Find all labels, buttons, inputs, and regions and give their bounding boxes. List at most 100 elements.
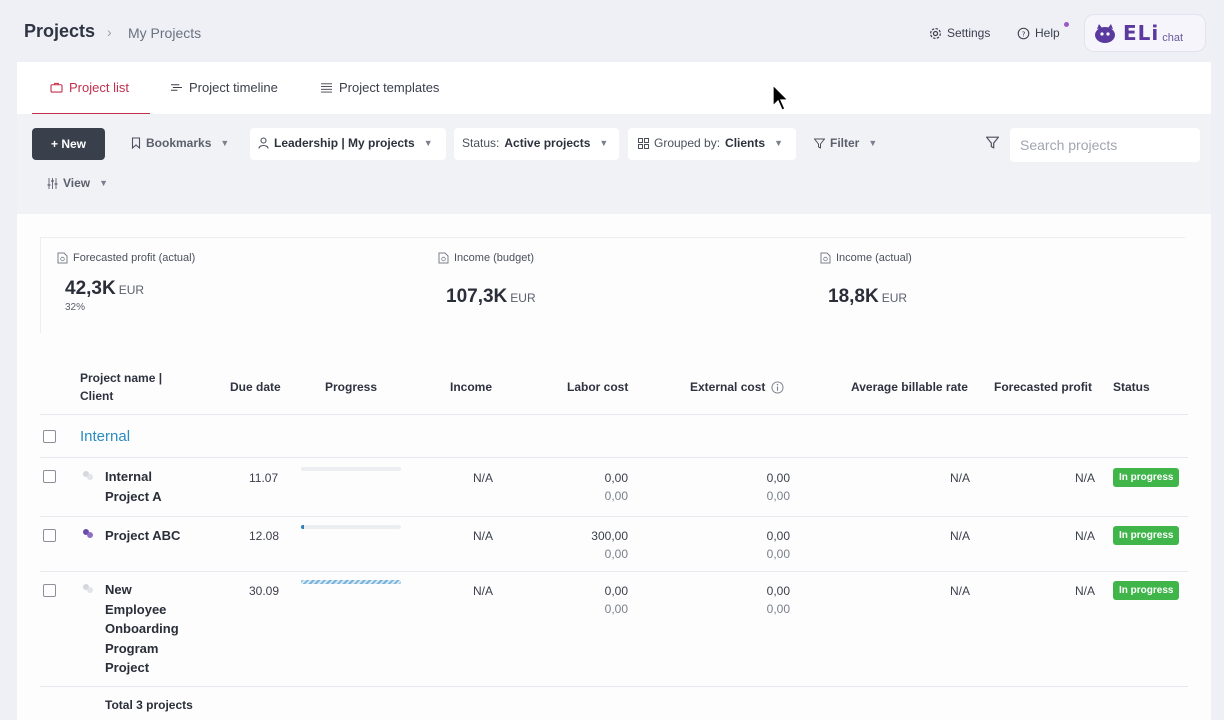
forecasted-profit-value: N/A: [1074, 529, 1095, 543]
column-header-name[interactable]: Project name | Client: [80, 369, 162, 405]
svg-text:?: ?: [1022, 29, 1026, 38]
view-label: View: [63, 176, 91, 190]
income-value: N/A: [472, 584, 493, 598]
billable-rate-value: N/A: [949, 471, 970, 485]
kpi-summary: Forecasted profit (actual) 42,3K EUR 32% …: [40, 237, 1185, 333]
project-name-line: New: [105, 582, 132, 597]
due-date: 30.09: [249, 584, 280, 598]
column-header-due-date[interactable]: Due date: [230, 378, 281, 396]
project-name-line: Internal: [105, 469, 152, 484]
kpi-label: Income (budget): [454, 252, 535, 264]
row-checkbox[interactable]: [43, 584, 56, 597]
divider: [40, 414, 1188, 415]
status-badge[interactable]: In progress: [1113, 581, 1180, 600]
user-icon: [258, 137, 269, 149]
income-value: N/A: [472, 529, 493, 543]
billable-rate-value: N/A: [949, 584, 970, 598]
list-icon: [321, 83, 332, 93]
column-header-income[interactable]: Income: [450, 378, 492, 396]
external-cost-value: 0,00: [766, 584, 790, 598]
gear-icon: [930, 27, 941, 39]
search-input[interactable]: Search projects: [1010, 128, 1200, 162]
divider: [40, 686, 1188, 687]
due-date: 11.07: [249, 471, 279, 485]
tab-project-list[interactable]: Project list: [50, 80, 129, 95]
kpi-forecasted-profit: Forecasted profit (actual) 42,3K EUR 32%: [57, 252, 195, 313]
tab-bar: Project list Project timeline Project te…: [17, 62, 1211, 115]
settings-link[interactable]: Settings: [929, 26, 990, 40]
divider: [40, 516, 1188, 517]
grid-icon: [638, 137, 649, 149]
row-checkbox[interactable]: [43, 529, 56, 542]
chevron-down-icon: ▼: [599, 138, 609, 148]
project-icon: [83, 529, 93, 538]
chevron-down-icon: ▼: [868, 138, 878, 148]
page-title[interactable]: Projects: [24, 21, 95, 42]
briefcase-icon: [50, 82, 63, 93]
top-bar: Projects › My Projects Settings ? Help E…: [0, 0, 1224, 62]
row-checkbox[interactable]: [43, 470, 56, 483]
status-badge[interactable]: In progress: [1113, 468, 1180, 487]
due-date: 12.08: [249, 529, 280, 543]
grouped-by-dropdown[interactable]: Grouped by: Clients ▼: [638, 136, 783, 150]
toolbar: + New Bookmarks ▼ Leadership | My projec…: [17, 114, 1211, 214]
kpi-unit: EUR: [510, 291, 536, 305]
info-icon[interactable]: [771, 380, 784, 394]
table-total: Total 3 projects: [105, 698, 193, 712]
chevron-down-icon: ▼: [220, 138, 230, 148]
forecasted-profit-value: N/A: [1074, 471, 1095, 485]
forecasted-profit-value: N/A: [1074, 584, 1095, 598]
project-name-line: Project ABC: [105, 528, 181, 543]
main-panel: Project list Project timeline Project te…: [17, 62, 1211, 720]
group-checkbox[interactable]: [43, 430, 56, 443]
help-icon: ?: [1017, 27, 1030, 39]
project-name[interactable]: Project ABC: [105, 526, 180, 546]
assistant-chat-button[interactable]: ELi chat: [1084, 14, 1206, 52]
project-name[interactable]: Internal Project A: [105, 467, 162, 506]
bookmarks-dropdown[interactable]: Bookmarks ▼: [131, 136, 229, 150]
project-name[interactable]: New Employee Onboarding Program Project: [105, 580, 179, 678]
status-dropdown[interactable]: Status: Active projects ▼: [462, 136, 608, 150]
assistant-logo: ELi: [1123, 21, 1160, 45]
bookmarks-label: Bookmarks: [146, 136, 212, 150]
status-badge[interactable]: In progress: [1113, 526, 1180, 545]
group-name-internal[interactable]: Internal: [80, 428, 130, 445]
kpi-value-row: 42,3K EUR: [65, 278, 195, 300]
tab-label: Project templates: [339, 80, 440, 95]
divider: [40, 571, 1188, 572]
column-header-external-cost[interactable]: External cost: [690, 378, 784, 396]
column-header-forecasted-profit[interactable]: Forecasted profit: [994, 378, 1092, 396]
kpi-label-row: Forecasted profit (actual): [57, 252, 195, 264]
project-name-line: Onboarding: [105, 621, 179, 636]
help-link[interactable]: ? Help: [1017, 26, 1060, 40]
column-header-status[interactable]: Status: [1113, 378, 1150, 396]
external-cost-sub: 0,00: [766, 602, 790, 616]
income-value: N/A: [472, 471, 493, 485]
kpi-value-row: 18,8K EUR: [828, 286, 912, 308]
new-project-button[interactable]: + New: [32, 128, 105, 160]
project-name-line: Employee: [105, 601, 167, 617]
filter-dropdown[interactable]: Filter ▼: [814, 136, 877, 150]
chevron-down-icon: ▼: [774, 138, 783, 148]
column-header-progress[interactable]: Progress: [325, 378, 377, 396]
kpi-value-row: 107,3K EUR: [446, 286, 536, 308]
labor-cost-value: 0,00: [604, 471, 628, 485]
assistant-mascot-icon: [1095, 24, 1115, 43]
status-value: Active projects: [504, 136, 591, 150]
project-name-line: Program: [105, 640, 159, 656]
column-header-labor-cost[interactable]: Labor cost: [567, 378, 628, 396]
filter-icon[interactable]: [986, 136, 999, 149]
breadcrumb-separator: ›: [107, 24, 112, 40]
external-cost-sub: 0,00: [766, 547, 790, 561]
tab-project-timeline[interactable]: Project timeline: [170, 80, 278, 95]
leadership-dropdown[interactable]: Leadership | My projects ▼: [258, 136, 433, 150]
column-header-average-rate[interactable]: Average billable rate: [851, 378, 968, 396]
timeline-icon: [171, 84, 182, 91]
document-money-icon: [57, 252, 68, 264]
kpi-income-actual: Income (actual) 18,8K EUR: [820, 252, 912, 308]
tab-project-templates[interactable]: Project templates: [320, 80, 439, 95]
external-cost-value: 0,00: [766, 471, 790, 485]
view-dropdown[interactable]: View ▼: [47, 176, 108, 190]
kpi-label: Forecasted profit (actual): [73, 252, 196, 264]
kpi-unit: EUR: [881, 291, 908, 305]
